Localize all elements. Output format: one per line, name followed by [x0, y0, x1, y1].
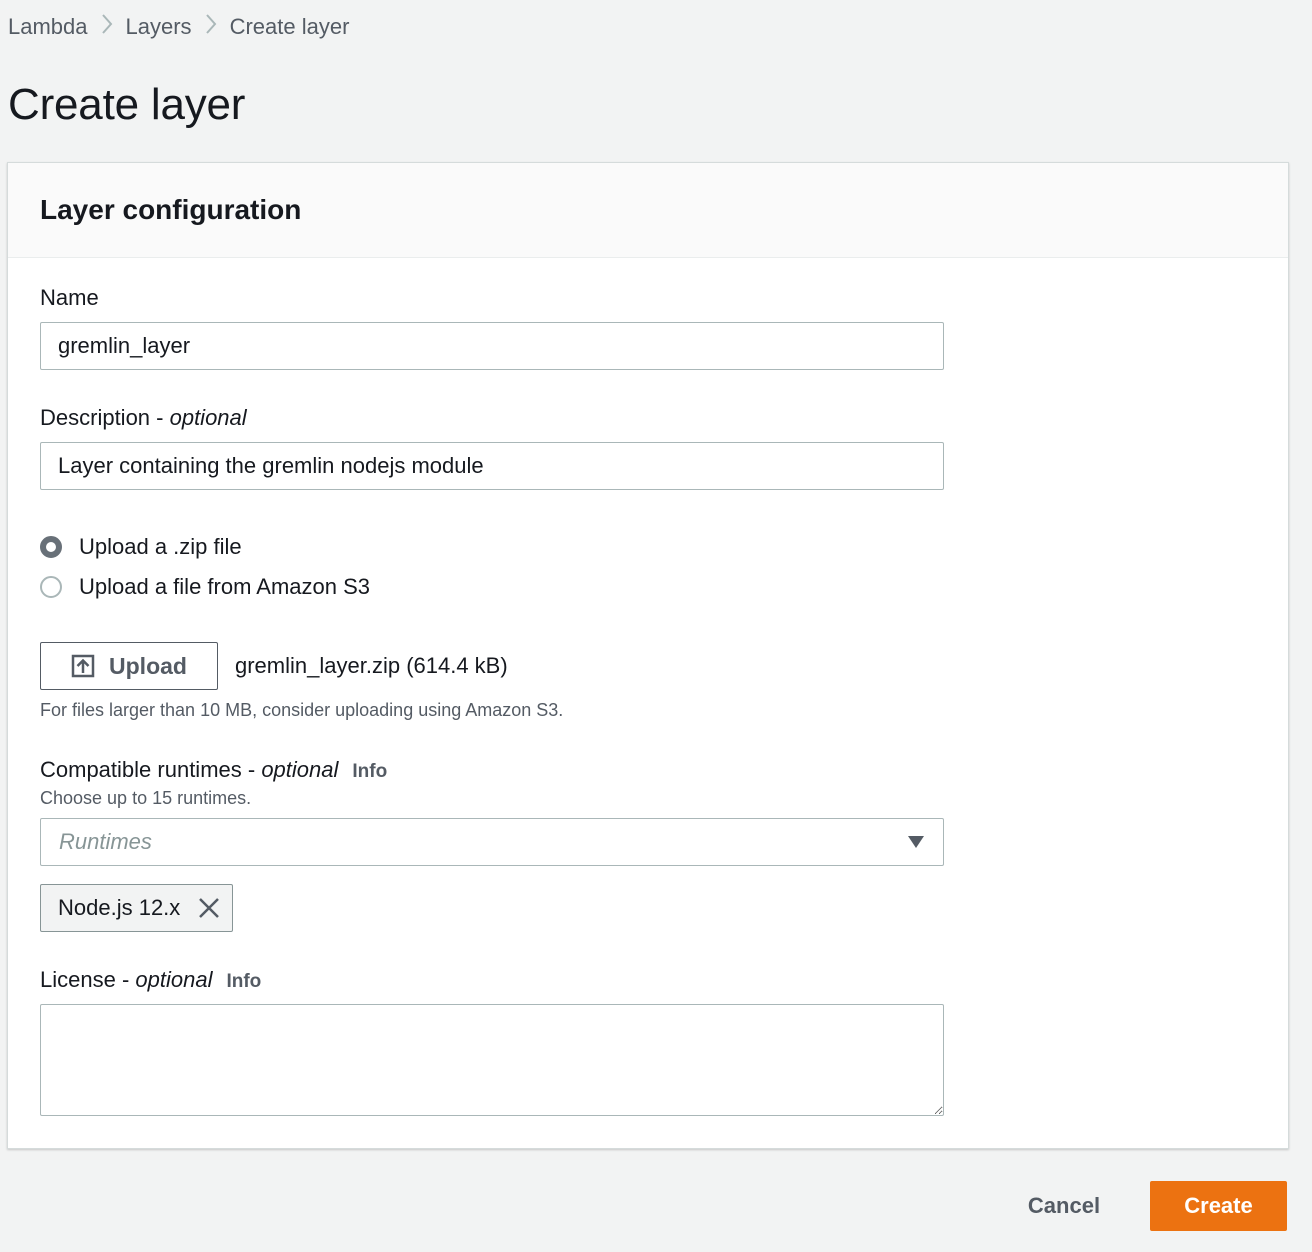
runtimes-select[interactable]: Runtimes — [40, 818, 944, 866]
upload-icon — [71, 654, 95, 678]
page-title: Create layer — [8, 80, 246, 129]
description-label: Description - optional — [40, 405, 247, 431]
optional-tag: optional — [169, 405, 247, 430]
radio-unchecked-icon[interactable] — [40, 576, 62, 598]
name-label: Name — [40, 285, 99, 310]
caret-down-icon — [908, 836, 924, 848]
license-textarea[interactable] — [40, 1004, 944, 1116]
upload-button-label: Upload — [109, 652, 187, 679]
layer-configuration-panel: Layer configuration Name Description - o… — [7, 162, 1289, 1149]
close-icon[interactable] — [198, 897, 220, 919]
runtime-token-label: Node.js 12.x — [58, 895, 181, 920]
runtimes-label-text: Compatible runtimes - — [40, 757, 262, 782]
runtimes-hint: Choose up to 15 runtimes. — [40, 788, 252, 808]
breadcrumb: Lambda Layers Create layer — [8, 12, 349, 42]
uploaded-file-name: gremlin_layer.zip (614.4 kB) — [235, 653, 508, 678]
description-input[interactable] — [40, 442, 944, 490]
license-info-link[interactable]: Info — [226, 971, 261, 992]
license-label: License - optional Info — [40, 967, 261, 993]
chevron-right-icon — [192, 12, 230, 42]
breadcrumb-current: Create layer — [229, 14, 350, 39]
radio-upload-s3[interactable]: Upload a file from Amazon S3 — [40, 574, 370, 600]
license-label-text: License - — [40, 967, 136, 992]
description-label-text: Description - — [40, 405, 170, 430]
radio-upload-zip[interactable]: Upload a .zip file — [40, 534, 242, 560]
runtimes-placeholder: Runtimes — [59, 829, 152, 854]
optional-tag: optional — [261, 757, 339, 782]
radio-checked-icon[interactable] — [40, 536, 62, 558]
runtime-token: Node.js 12.x — [40, 884, 234, 932]
create-button[interactable]: Create — [1150, 1181, 1287, 1231]
runtimes-label: Compatible runtimes - optional Info — [40, 757, 387, 783]
cancel-button[interactable]: Cancel — [1016, 1181, 1112, 1231]
panel-title: Layer configuration — [40, 194, 302, 225]
radio-upload-s3-label: Upload a file from Amazon S3 — [79, 574, 371, 599]
panel-header: Layer configuration — [8, 163, 1288, 258]
upload-button[interactable]: Upload — [40, 642, 218, 690]
breadcrumb-layers[interactable]: Layers — [126, 14, 192, 40]
runtimes-info-link[interactable]: Info — [352, 761, 387, 782]
radio-upload-zip-label: Upload a .zip file — [79, 534, 242, 559]
name-input[interactable] — [40, 322, 944, 370]
optional-tag: optional — [135, 967, 213, 992]
upload-hint: For files larger than 10 MB, consider up… — [40, 700, 564, 720]
chevron-right-icon — [88, 12, 126, 42]
breadcrumb-lambda[interactable]: Lambda — [8, 14, 88, 40]
